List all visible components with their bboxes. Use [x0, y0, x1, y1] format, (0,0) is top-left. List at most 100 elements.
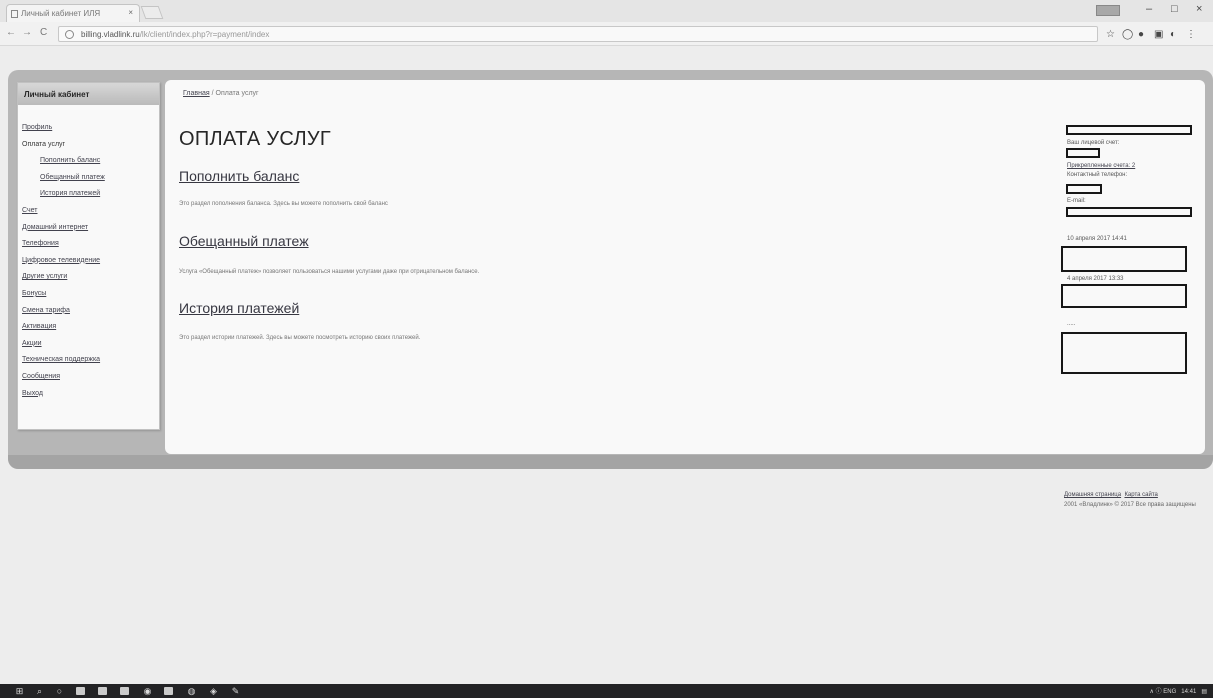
extension-icon[interactable]: ●	[1138, 29, 1144, 40]
extension-icon[interactable]: ◐	[1170, 29, 1176, 40]
sidebar-item: Оплата услуг	[18, 138, 159, 155]
sidebar-item-label[interactable]: Счет	[22, 207, 38, 214]
new-tab-button[interactable]	[140, 6, 164, 19]
app-icon[interactable]: ◈	[208, 686, 219, 696]
app-icon[interactable]: ✎	[230, 686, 241, 696]
app-icon[interactable]	[76, 687, 85, 695]
redacted-name	[1066, 125, 1192, 135]
menu-icon[interactable]: ⋮	[1186, 29, 1196, 40]
main-content: Главная / Оплата услуг ОПЛАТА УСЛУГ Попо…	[165, 80, 1205, 454]
sidebar-item-label: Оплата услуг	[22, 140, 66, 148]
extension-icon[interactable]: ◯	[1122, 29, 1133, 40]
sidebar-item-label[interactable]: Профиль	[22, 124, 52, 131]
maximize-button[interactable]: □	[1171, 3, 1178, 15]
star-icon[interactable]: ☆	[1106, 29, 1115, 40]
extension-icon[interactable]: ▣	[1154, 29, 1163, 40]
notifications-icon[interactable]: ▤	[1201, 689, 1207, 695]
sidebar-item[interactable]: Цифровое телевидение	[18, 254, 159, 271]
promised-payment-link[interactable]: Обещанный платеж	[179, 233, 309, 249]
redacted-news-1	[1061, 246, 1187, 272]
sidebar-item-label[interactable]: Домашний интернет	[22, 224, 88, 231]
reload-button[interactable]: C	[40, 27, 47, 38]
payment-history-description: Это раздел истории платежей. Здесь вы мо…	[179, 335, 421, 341]
tab-close-icon[interactable]: ×	[128, 8, 133, 17]
account-label: Ваш лицевой счет:	[1067, 140, 1120, 146]
sidebar-item[interactable]: Другие услуги	[18, 270, 159, 287]
sidebar-item-label[interactable]: Техническая поддержка	[22, 356, 100, 363]
sidebar-item[interactable]: Счет	[18, 204, 159, 221]
breadcrumb-home-link[interactable]: Главная	[183, 90, 210, 97]
sidebar-item[interactable]: Акции	[18, 337, 159, 354]
news-date-1: 10 апреля 2017 14:41	[1067, 236, 1127, 242]
sidebar: Личный кабинет Профиль Оплата услуг Пополн…	[17, 82, 160, 430]
sidebar-item-label[interactable]: Другие услуги	[22, 273, 67, 280]
breadcrumb: Главная / Оплата услуг	[183, 90, 259, 97]
page-icon	[11, 10, 18, 18]
sidebar-item[interactable]: История платежей	[18, 187, 159, 204]
sidebar-item-label[interactable]: Телефония	[22, 240, 59, 247]
payment-history-link[interactable]: История платежей	[179, 300, 299, 316]
browser-tab[interactable]: Личный кабинет ИЛЯ ×	[6, 4, 140, 22]
sidebar-item-label[interactable]: Смена тарифа	[22, 307, 70, 314]
sidebar-item-label[interactable]: Выход	[22, 390, 43, 397]
minimize-button[interactable]: –	[1146, 3, 1152, 15]
clock[interactable]: 14:41	[1181, 689, 1196, 695]
footer-home-link[interactable]: Домашняя страница	[1064, 492, 1121, 498]
sidebar-item-label[interactable]: Активация	[22, 323, 56, 330]
app-icon[interactable]	[120, 687, 129, 695]
tray-icons[interactable]: ∧ ⓘ ENG	[1150, 689, 1177, 695]
more-dots: .....	[1067, 321, 1076, 327]
promised-payment-description: Услуга «Обещанный платеж» позволяет поль…	[179, 269, 480, 275]
app-icon[interactable]	[164, 687, 173, 695]
sidebar-item[interactable]: Пополнить баланс	[18, 154, 159, 171]
redacted-email	[1066, 207, 1192, 217]
close-window-button[interactable]: ×	[1196, 3, 1202, 15]
sidebar-item[interactable]: Сообщения	[18, 370, 159, 387]
app-icon[interactable]: ◍	[186, 686, 197, 696]
sidebar-item[interactable]: Выход	[18, 387, 159, 404]
info-icon[interactable]	[65, 30, 74, 39]
app-icon[interactable]	[98, 687, 107, 695]
sidebar-item-label[interactable]: Пополнить баланс	[40, 157, 100, 164]
topup-balance-description: Это раздел пополнения баланса. Здесь вы …	[179, 201, 388, 207]
url-host: billing.vladlink.ru	[81, 30, 140, 39]
profile-button[interactable]	[1096, 5, 1120, 16]
sidebar-item[interactable]: Обещанный платеж	[18, 171, 159, 188]
page-title: ОПЛАТА УСЛУГ	[179, 128, 332, 150]
page-frame-bottom	[8, 455, 1213, 469]
search-icon[interactable]: ⌕	[34, 686, 45, 696]
sidebar-item-label[interactable]: Цифровое телевидение	[22, 257, 100, 264]
browser-app-icon[interactable]: ◉	[142, 686, 153, 696]
sidebar-menu: Профиль Оплата услуг Пополнить баланс Обеща…	[18, 105, 159, 403]
sidebar-item-label[interactable]: Акции	[22, 340, 42, 347]
back-button[interactable]: ←	[6, 27, 16, 38]
task-view-icon[interactable]: ○	[54, 686, 65, 696]
address-bar[interactable]: billing.vladlink.ru/lk/client/index.php?…	[58, 26, 1098, 42]
sidebar-item[interactable]: Техническая поддержка	[18, 353, 159, 370]
sidebar-item[interactable]: Бонусы	[18, 287, 159, 304]
sidebar-item[interactable]: Телефония	[18, 237, 159, 254]
sidebar-item[interactable]: Домашний интернет	[18, 221, 159, 238]
sidebar-item[interactable]: Активация	[18, 320, 159, 337]
browser-tabbar: Личный кабинет ИЛЯ × – □ ×	[0, 0, 1213, 22]
sidebar-item[interactable]: Смена тарифа	[18, 304, 159, 321]
footer-links: Домашняя страница Карта сайта	[1064, 492, 1158, 498]
topup-balance-link[interactable]: Пополнить баланс	[179, 168, 299, 184]
browser-toolbar: ← → C billing.vladlink.ru/lk/client/inde…	[0, 22, 1213, 46]
redacted-news-3	[1061, 332, 1187, 374]
url-path: /lk/client/index.php?r=payment/index	[139, 30, 270, 39]
sidebar-title: Личный кабинет	[18, 83, 159, 105]
sidebar-item-label[interactable]: История платежей	[40, 190, 100, 197]
windows-start-icon[interactable]: ⊞	[14, 686, 25, 696]
sidebar-item-label[interactable]: Бонусы	[22, 290, 46, 297]
redacted-account	[1066, 148, 1100, 158]
redacted-news-2	[1061, 284, 1187, 308]
footer-sitemap-link[interactable]: Карта сайта	[1124, 492, 1157, 498]
system-tray[interactable]: ∧ ⓘ ENG 14:41 ▤	[1150, 686, 1207, 695]
sidebar-item[interactable]: Профиль	[18, 121, 159, 138]
sidebar-item-label[interactable]: Обещанный платеж	[40, 174, 105, 181]
forward-button[interactable]: →	[22, 27, 32, 38]
sidebar-item-label[interactable]: Сообщения	[22, 373, 60, 380]
footer-copyright: 2001 «Владлинк» © 2017 Все права защищен…	[1064, 502, 1196, 508]
